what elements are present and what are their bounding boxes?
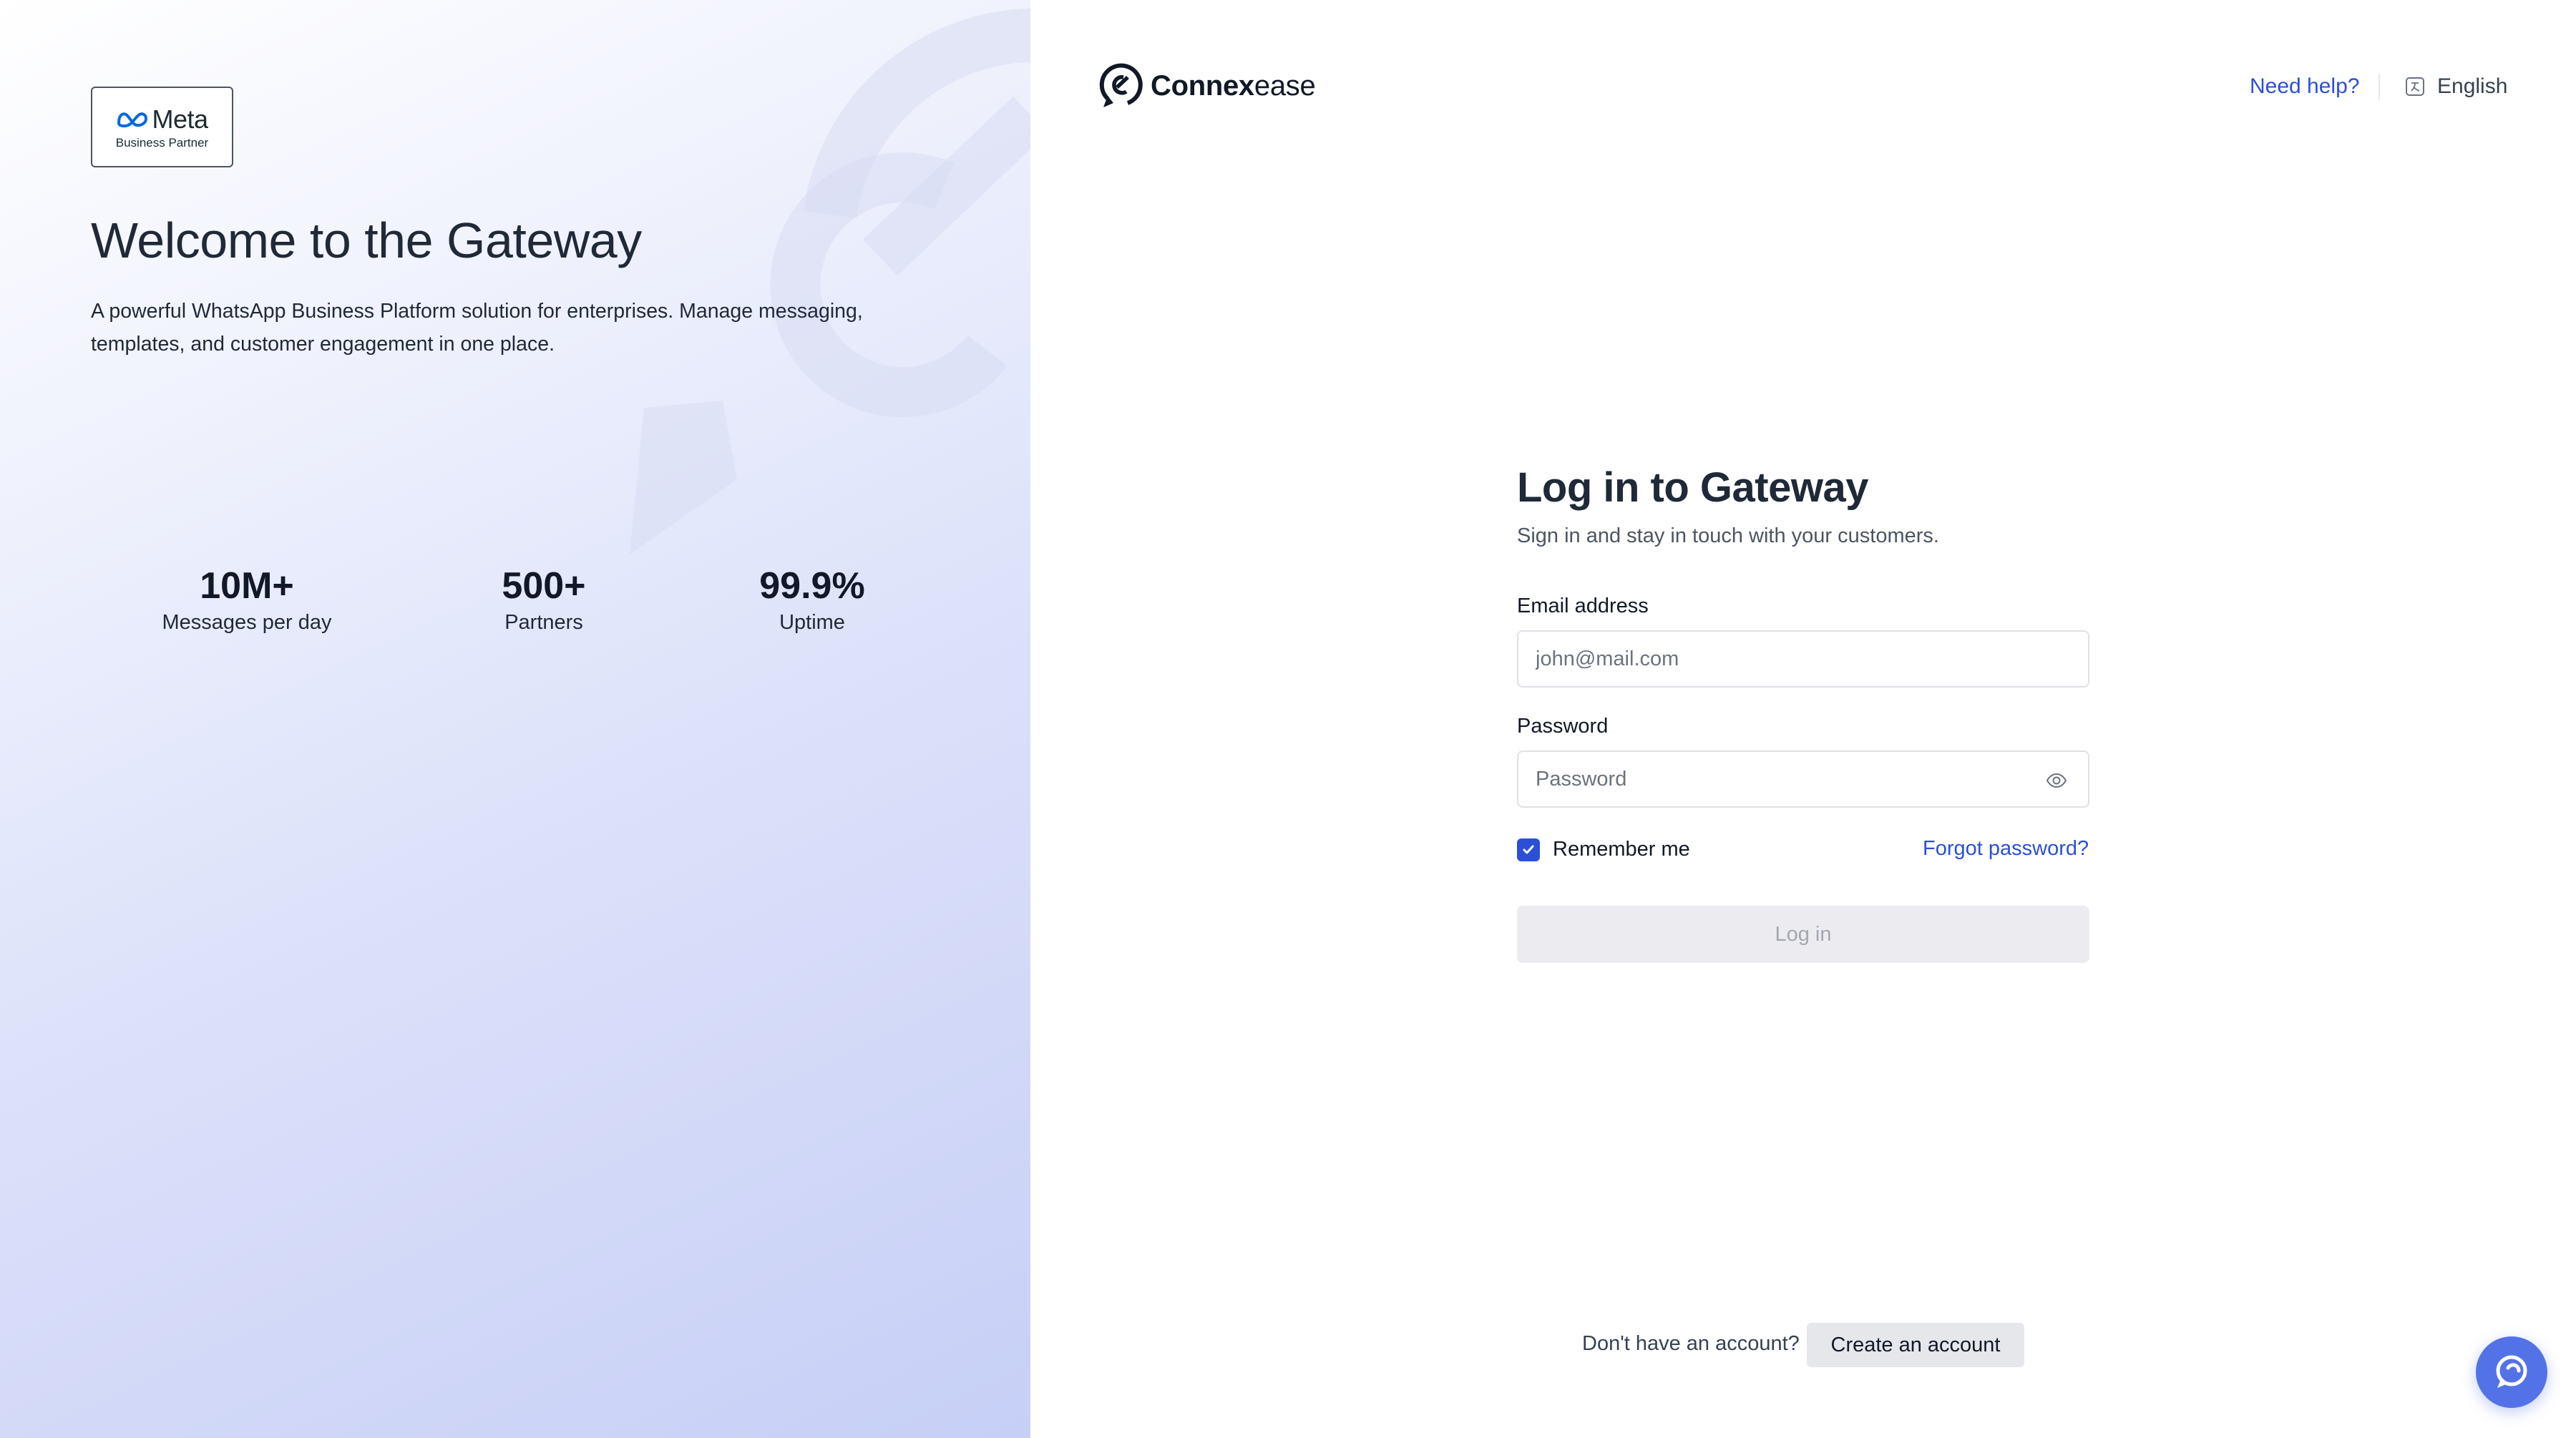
eye-icon[interactable] <box>2045 769 2068 792</box>
hero-panel: Meta Business Partner Welcome to the Gat… <box>0 0 1030 1438</box>
stat-value: 99.9% <box>759 565 865 607</box>
chat-bubble-icon <box>2496 1355 2527 1388</box>
stat-partners: 500+ Partners <box>415 562 673 635</box>
password-field-wrapper <box>1517 750 2089 808</box>
meta-brand-text: Meta <box>152 104 208 134</box>
need-help-link[interactable]: Need help? <box>2250 72 2359 101</box>
forgot-password-link[interactable]: Forgot password? <box>1923 837 2089 861</box>
remember-me-checkbox[interactable]: Remember me <box>1517 838 1690 861</box>
meta-business-partner-badge: Meta Business Partner <box>91 87 233 167</box>
chat-widget-button[interactable] <box>2476 1336 2547 1408</box>
login-subtitle: Sign in and stay in touch with your cust… <box>1517 524 1939 547</box>
connexease-logo-icon <box>1099 63 1143 107</box>
stat-label: Messages per day <box>162 611 332 634</box>
login-button[interactable]: Log in <box>1517 906 2089 963</box>
header-divider <box>2379 74 2380 99</box>
meta-partner-subtitle: Business Partner <box>115 135 209 150</box>
stat-uptime: 99.9% Uptime <box>683 562 941 635</box>
stat-label: Partners <box>504 611 583 634</box>
create-account-button[interactable]: Create an account <box>1807 1323 2024 1367</box>
checkbox-checked-icon[interactable] <box>1517 838 1540 861</box>
email-field-wrapper <box>1517 630 2089 688</box>
stat-messages: 10M+ Messages per day <box>118 562 376 635</box>
hero-description: A powerful WhatsApp Business Platform so… <box>91 300 863 356</box>
no-account-prompt: Don't have an account? <box>1582 1332 1800 1355</box>
language-label: English <box>2437 74 2508 98</box>
meta-logo-icon <box>117 112 148 127</box>
brand-name: Connexease <box>1151 69 1316 102</box>
brand-logo[interactable]: Connexease <box>1098 62 1316 110</box>
hero-title: Welcome to the Gateway <box>91 212 642 268</box>
brand-watermark-icon <box>630 8 1030 554</box>
email-input[interactable] <box>1536 647 2071 671</box>
remember-me-label: Remember me <box>1553 838 1690 861</box>
stat-value: 10M+ <box>200 565 294 607</box>
login-title: Log in to Gateway <box>1517 464 1869 511</box>
email-label: Email address <box>1517 595 1649 617</box>
language-selector[interactable]: English <box>2404 72 2507 101</box>
stat-label: Uptime <box>779 611 845 634</box>
password-input[interactable] <box>1536 767 2071 791</box>
password-label: Password <box>1517 715 1609 738</box>
stat-value: 500+ <box>502 565 586 607</box>
translate-icon <box>2406 77 2424 96</box>
